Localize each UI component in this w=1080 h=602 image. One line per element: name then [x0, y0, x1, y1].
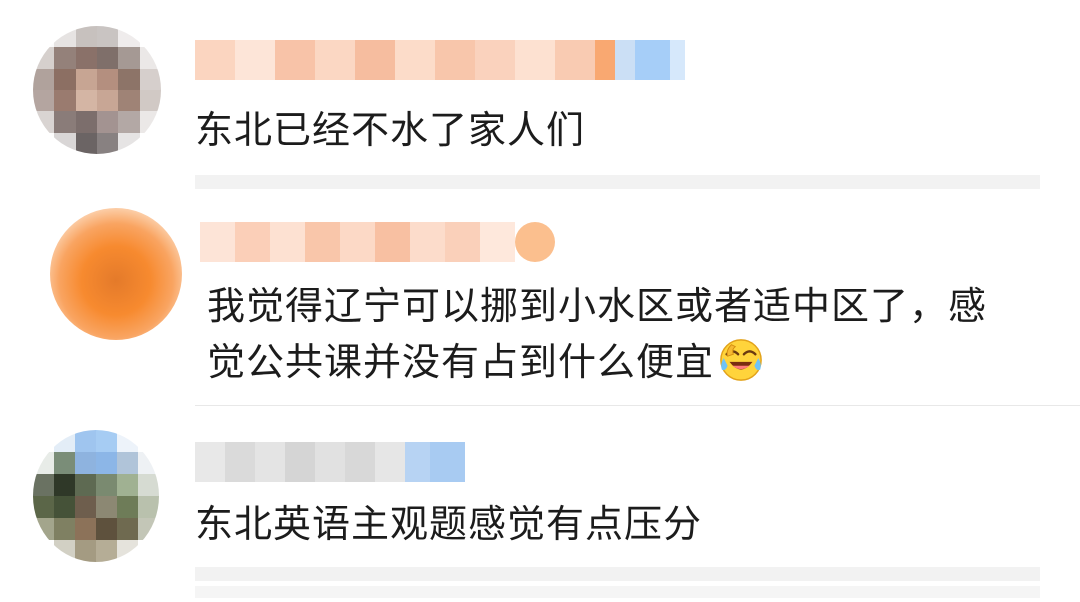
comment-text-line-content: 觉公共课并没有占到什么便宜	[207, 340, 715, 384]
user-avatar[interactable]	[33, 26, 161, 154]
username-blurred[interactable]	[195, 442, 465, 482]
laughing-crying-emoji-icon	[720, 339, 762, 381]
comment-text-line: 觉公共课并没有占到什么便宜	[207, 334, 1067, 390]
user-avatar[interactable]	[50, 208, 182, 340]
comment-text-line: 我觉得辽宁可以挪到小水区或者适中区了，感	[207, 284, 988, 328]
username-blurred[interactable]	[200, 222, 580, 262]
reply-area	[195, 586, 1040, 598]
username-blurred[interactable]	[195, 40, 685, 80]
reply-area	[195, 567, 1040, 581]
comment-item: 我觉得辽宁可以挪到小水区或者适中区了，感 觉公共课并没有占到什么便宜	[0, 190, 1080, 410]
comment-text: 东北英语主观题感觉有点压分	[195, 502, 703, 546]
reply-area	[195, 175, 1040, 189]
comment-item: 东北已经不水了家人们	[0, 0, 1080, 190]
divider	[195, 405, 1080, 406]
user-avatar[interactable]	[33, 430, 159, 562]
comment-text: 我觉得辽宁可以挪到小水区或者适中区了，感 觉公共课并没有占到什么便宜	[207, 278, 1067, 390]
comment-item: 东北英语主观题感觉有点压分	[0, 410, 1080, 602]
comment-text: 东北已经不水了家人们	[195, 108, 586, 152]
